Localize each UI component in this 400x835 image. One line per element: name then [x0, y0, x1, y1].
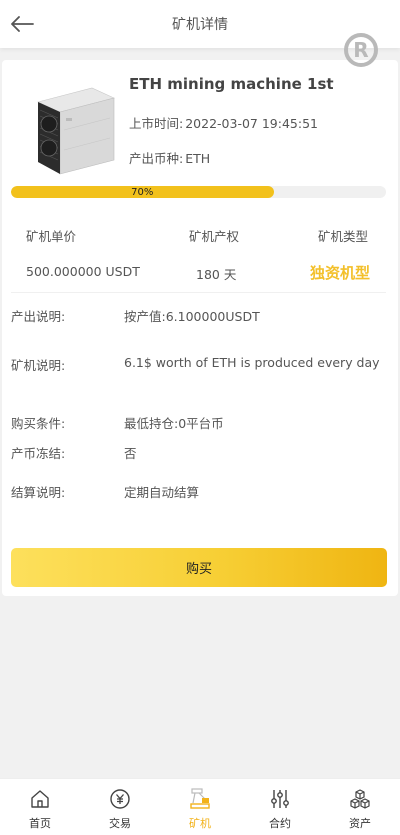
- miner-type-label: 矿机类型: [318, 229, 369, 244]
- page-title: 矿机详情: [172, 17, 228, 33]
- launch-time-row: 上市时间: 2022-03-07 19:45:51: [129, 113, 318, 132]
- miner-desc-value: 6.1$ worth of ETH is produced every day: [124, 355, 380, 370]
- tab-mining[interactable]: 矿机: [160, 779, 240, 835]
- miner-desc-label: 矿机说明:: [11, 358, 66, 373]
- launch-time-value: 2022-03-07 19:45:51: [185, 116, 318, 131]
- settlement-label: 结算说明:: [11, 485, 66, 500]
- buy-button[interactable]: 购买: [11, 548, 387, 587]
- registered-watermark: R: [344, 33, 378, 67]
- tab-label: 合约: [269, 817, 291, 830]
- output-coin-value: ETH: [185, 151, 211, 166]
- coin-freeze-label: 产币冻结:: [11, 446, 66, 461]
- tab-label: 矿机: [189, 817, 211, 830]
- purchase-condition-value: 最低持仓:0平台币: [124, 416, 224, 431]
- launch-time-label: 上市时间:: [129, 116, 184, 131]
- unit-price-label: 矿机单价: [26, 229, 77, 244]
- tab-label: 首页: [29, 817, 51, 830]
- output-desc-value: 按产值:6.100000USDT: [124, 309, 260, 324]
- back-button[interactable]: [10, 12, 38, 36]
- output-coin-label: 产出币种:: [129, 151, 184, 166]
- arrow-left-icon: [11, 16, 34, 32]
- product-name: ETH mining machine 1st: [129, 75, 334, 93]
- mining-machine-icon: [188, 787, 212, 811]
- unit-price-value: 500.000000 USDT: [26, 264, 140, 279]
- top-header: 矿机详情: [0, 0, 400, 48]
- output-coin-row: 产出币种: ETH: [129, 148, 210, 167]
- tab-assets[interactable]: 资产: [320, 779, 400, 835]
- bottom-tab-bar: 首页 交易 矿机 合约 资产: [0, 778, 400, 835]
- coin-freeze-value: 否: [124, 446, 137, 461]
- tab-label: 资产: [349, 817, 371, 830]
- tab-home[interactable]: 首页: [0, 779, 80, 835]
- sliders-icon: [268, 787, 292, 811]
- progress-label: 70%: [131, 186, 154, 198]
- tab-contract[interactable]: 合约: [240, 779, 320, 835]
- yuan-coin-icon: [108, 787, 132, 811]
- divider: [11, 292, 386, 293]
- cubes-icon: [348, 787, 372, 811]
- ownership-term-label: 矿机产权: [189, 229, 240, 244]
- home-icon: [28, 787, 52, 811]
- sales-progress-bar: 70%: [11, 186, 386, 198]
- settlement-value: 定期自动结算: [124, 485, 200, 500]
- tab-trade[interactable]: 交易: [80, 779, 160, 835]
- purchase-condition-label: 购买条件:: [11, 416, 66, 431]
- ownership-term-value: 180 天: [196, 267, 237, 282]
- tab-label: 交易: [109, 817, 131, 830]
- miner-image: [37, 87, 115, 175]
- output-desc-label: 产出说明:: [11, 309, 66, 324]
- miner-type-value: 独资机型: [310, 264, 371, 282]
